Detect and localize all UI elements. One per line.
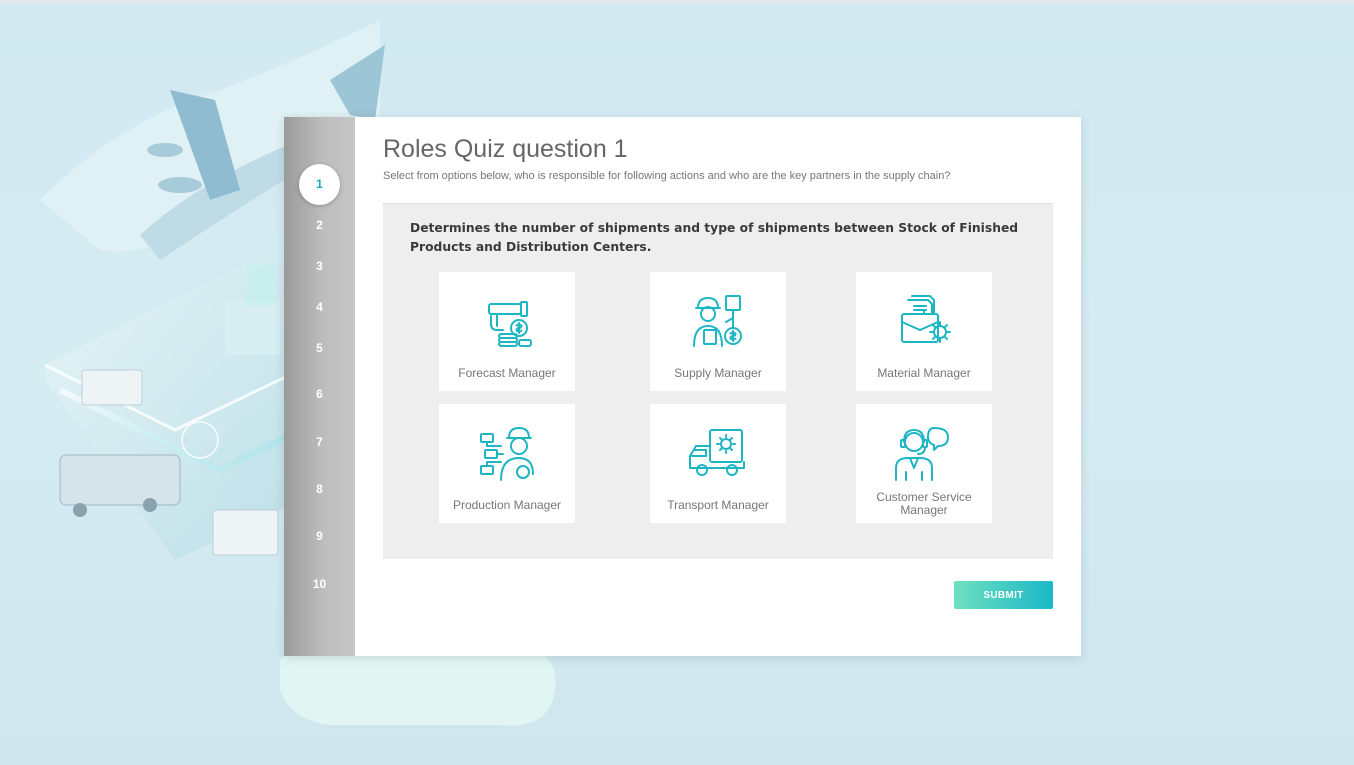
page-subtitle: Select from options below, who is respon… (383, 170, 951, 182)
quiz-card: 1 2 3 4 5 6 7 8 9 10 Roles Quiz question… (284, 117, 1081, 656)
step-4[interactable]: 4 (284, 300, 355, 314)
step-2[interactable]: 2 (284, 218, 355, 232)
customer-service-manager-icon (895, 427, 949, 481)
forecast-manager-icon (488, 301, 532, 347)
material-manager-icon (901, 295, 951, 343)
option-label: Customer Service Manager (876, 490, 972, 517)
supply-manager-icon (693, 295, 742, 347)
production-manager-icon (480, 427, 534, 481)
step-3[interactable]: 3 (284, 259, 355, 273)
option-label: Material Manager (877, 366, 971, 380)
step-9[interactable]: 9 (284, 529, 355, 543)
option-customer-service-manager[interactable]: Customer Service Manager (856, 404, 992, 523)
option-label: Production Manager (452, 498, 562, 512)
question-panel: Determines the number of shipments and t… (383, 203, 1053, 559)
step-6[interactable]: 6 (284, 387, 355, 401)
step-5[interactable]: 5 (284, 341, 355, 355)
question-text: Determines the number of shipments and t… (410, 221, 1019, 254)
option-supply-manager[interactable]: Supply Manager (650, 272, 786, 391)
option-label: Transport Manager (667, 498, 769, 512)
question-stepper: 1 2 3 4 5 6 7 8 9 10 (284, 117, 355, 656)
step-8[interactable]: 8 (284, 482, 355, 496)
transport-manager-icon (689, 429, 745, 476)
option-production-manager[interactable]: Production Manager (439, 404, 575, 523)
step-1[interactable]: 1 (299, 164, 340, 205)
option-material-manager[interactable]: Material Manager (856, 272, 992, 391)
step-7[interactable]: 7 (284, 435, 355, 449)
submit-button[interactable]: SUBMIT (954, 581, 1053, 609)
option-label: Forecast Manager (458, 366, 556, 380)
option-label: Supply Manager (674, 366, 762, 380)
option-forecast-manager[interactable]: Forecast Manager (439, 272, 575, 391)
page-title: Roles Quiz question 1 (383, 135, 628, 163)
option-transport-manager[interactable]: Transport Manager (650, 404, 786, 523)
step-10[interactable]: 10 (284, 577, 355, 591)
